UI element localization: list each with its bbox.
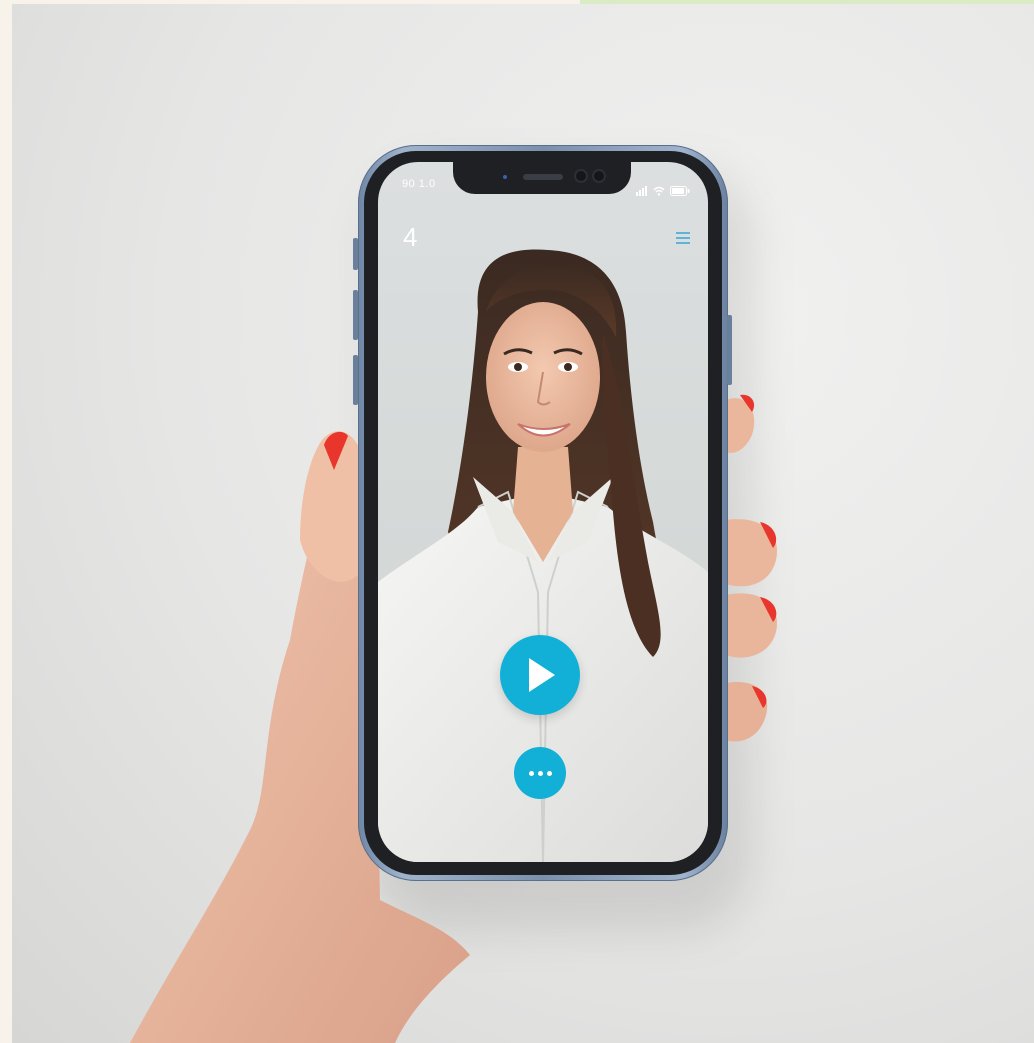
hamburger-menu-icon[interactable] (676, 232, 690, 247)
back-button[interactable]: 4 (403, 224, 417, 250)
status-icons (636, 178, 690, 196)
volume-down-button (353, 355, 358, 405)
signal-icon (636, 178, 648, 196)
power-button (727, 315, 732, 385)
notch (453, 162, 631, 194)
wifi-icon (653, 186, 665, 196)
front-camera (594, 171, 604, 181)
more-dots-icon (528, 770, 534, 776)
play-button[interactable] (500, 635, 580, 715)
battery-icon (670, 186, 690, 196)
play-icon (529, 658, 555, 692)
more-options-button[interactable] (514, 747, 566, 799)
front-sensor (576, 171, 586, 181)
mute-switch (353, 238, 358, 270)
status-time: 90 1.0 (402, 178, 436, 190)
proximity-sensor (503, 175, 507, 179)
speaker-grille (523, 174, 563, 180)
volume-up-button (353, 290, 358, 340)
phone-screen: 90 1.0 4 (378, 162, 708, 862)
